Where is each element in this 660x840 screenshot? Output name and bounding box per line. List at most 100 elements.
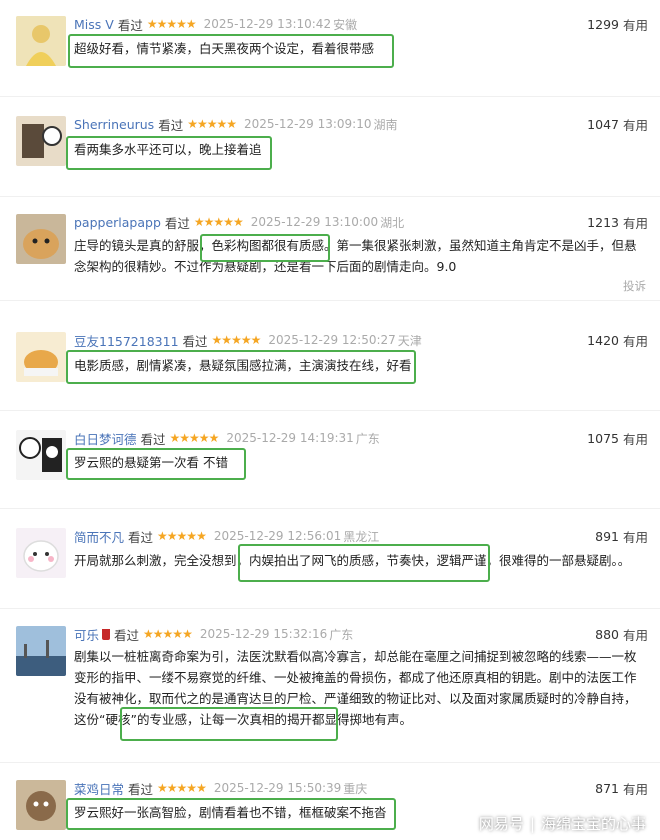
divider [0, 196, 660, 197]
review-text: 看两集多水平还可以，晚上接着追 [74, 142, 262, 157]
seen-label: 看过 [140, 431, 166, 447]
useful-label[interactable]: 有用 [623, 15, 648, 34]
review-text: 超级好看，情节紧凑，白天黑夜两个设定，看着很带感 [74, 41, 375, 56]
username[interactable]: Sherrineurus [74, 117, 154, 132]
avatar-image [16, 626, 66, 676]
review-location: 湖北 [380, 215, 405, 230]
seen-label: 看过 [117, 17, 143, 33]
avatar[interactable] [16, 16, 66, 66]
useful-votes[interactable]: 871 有用 [595, 778, 648, 798]
review-meta: 可乐 看过 ★★★★★ 2025-12-29 15:32:16 广东 [74, 624, 353, 644]
useful-label[interactable]: 有用 [623, 429, 648, 448]
avatar[interactable] [16, 214, 66, 264]
review-location: 重庆 [343, 781, 368, 796]
review-meta: Sherrineurus 看过 ★★★★★ 2025-12-29 13:09:1… [74, 114, 397, 134]
review-time: 2025-12-29 13:09:10 [244, 117, 372, 131]
review-meta: 豆友1157218311 看过 ★★★★★ 2025-12-29 12:50:2… [74, 330, 422, 350]
vote-count: 1075 [587, 430, 619, 446]
username[interactable]: papperlapapp [74, 215, 161, 230]
useful-label[interactable]: 有用 [623, 115, 648, 134]
username[interactable]: Miss V [74, 17, 114, 32]
review-location: 广东 [329, 627, 354, 642]
review-meta: 白日梦诃德 看过 ★★★★★ 2025-12-29 14:19:31 广东 [74, 428, 380, 448]
review-text: 庄导的镜头是真的舒服，色彩构图都很有质感。第一集很紧张刺激，虽然知道主角肯定不是… [74, 238, 637, 274]
avatar[interactable] [16, 528, 66, 578]
avatar[interactable] [16, 116, 66, 166]
watermark: 网易号 | 海绵宝宝的心事 [478, 815, 646, 833]
seen-label: 看过 [158, 117, 184, 133]
vote-count: 1047 [587, 116, 619, 132]
cup-icon [102, 628, 111, 640]
useful-votes[interactable]: 1047 有用 [587, 114, 648, 134]
vote-count: 1420 [587, 332, 619, 348]
seen-label: 看过 [114, 627, 140, 643]
divider [0, 410, 660, 411]
review-location: 天津 [397, 333, 422, 348]
review-time: 2025-12-29 14:19:31 [226, 431, 354, 445]
watermark-account: 海绵宝宝的心事 [540, 815, 646, 833]
vote-count: 1213 [587, 214, 619, 230]
avatar-image [16, 780, 66, 830]
avatar-image [16, 528, 66, 578]
username[interactable]: 白日梦诃德 [74, 429, 137, 448]
review-time: 2025-12-29 13:10:00 [250, 215, 379, 229]
seen-label: 看过 [182, 333, 208, 349]
useful-label[interactable]: 有用 [623, 213, 648, 232]
username[interactable]: 菜鸡日常 [74, 779, 124, 798]
useful-votes[interactable]: 891 有用 [595, 526, 648, 546]
review-text: 电影质感，剧情紧凑，悬疑氛围感拉满，主演演技在线，好看 [74, 358, 412, 373]
divider [0, 300, 660, 301]
review-time: 2025-12-29 12:56:01 [213, 529, 342, 543]
divider [0, 762, 660, 763]
review-meta: Miss V 看过 ★★★★★ 2025-12-29 13:10:42 安徽 [74, 14, 357, 34]
avatar-image [16, 16, 66, 66]
rating-stars: ★★★★★ [157, 529, 207, 543]
review-time: 2025-12-29 13:10:42 [203, 17, 332, 31]
useful-votes[interactable]: 1075 有用 [587, 428, 648, 448]
useful-label[interactable]: 有用 [623, 331, 648, 350]
vote-count: 891 [595, 528, 619, 544]
avatar[interactable] [16, 332, 66, 382]
review-text: 剧集以一桩桩离奇命案为引，法医沈默看似高冷寡言，却总能在毫厘之间捕捉到被忽略的线… [74, 649, 637, 727]
username[interactable]: 简而不凡 [74, 527, 124, 546]
avatar[interactable] [16, 780, 66, 830]
review-text: 开局就那么刺激，完全没想到，内娱拍出了网飞的质感，节奏快，逻辑严谨，很难得的一部… [74, 553, 631, 568]
useful-votes[interactable]: 1299 有用 [587, 14, 648, 34]
review-time: 2025-12-29 15:50:39 [213, 781, 342, 795]
avatar-image [16, 332, 66, 382]
avatar[interactable] [16, 626, 66, 676]
rating-stars: ★★★★★ [157, 781, 207, 795]
review-text: 罗云熙的悬疑第一次看 不错 [74, 455, 228, 470]
username[interactable]: 可乐 [74, 625, 99, 644]
report-link[interactable]: 投诉 [623, 278, 646, 294]
useful-label[interactable]: 有用 [623, 779, 648, 798]
review-location: 安徽 [333, 17, 358, 32]
divider [0, 508, 660, 509]
review-location: 湖南 [373, 117, 398, 132]
avatar-image [16, 430, 66, 480]
review-meta: 简而不凡 看过 ★★★★★ 2025-12-29 12:56:01 黑龙江 [74, 526, 379, 546]
review-location: 广东 [355, 431, 380, 446]
vote-count: 880 [595, 626, 619, 642]
avatar-image [16, 214, 66, 264]
seen-label: 看过 [164, 215, 190, 231]
useful-votes[interactable]: 1420 有用 [587, 330, 648, 350]
rating-stars: ★★★★★ [193, 215, 244, 229]
username[interactable]: 豆友1157218311 [74, 331, 179, 350]
review-time: 2025-12-29 15:32:16 [199, 627, 328, 641]
divider [0, 608, 660, 609]
seen-label: 看过 [128, 529, 154, 545]
vote-count: 871 [595, 780, 619, 796]
rating-stars: ★★★★★ [211, 333, 262, 347]
useful-votes[interactable]: 880 有用 [595, 624, 648, 644]
avatar[interactable] [16, 430, 66, 480]
review-meta: papperlapapp 看过 ★★★★★ 2025-12-29 13:10:0… [74, 212, 404, 232]
divider [0, 96, 660, 97]
rating-stars: ★★★★★ [146, 17, 197, 31]
avatar-image [16, 116, 66, 166]
useful-label[interactable]: 有用 [623, 527, 648, 546]
useful-label[interactable]: 有用 [623, 625, 648, 644]
review-time: 2025-12-29 12:50:27 [268, 333, 396, 347]
vote-count: 1299 [587, 16, 619, 32]
useful-votes[interactable]: 1213 有用 [587, 212, 648, 232]
